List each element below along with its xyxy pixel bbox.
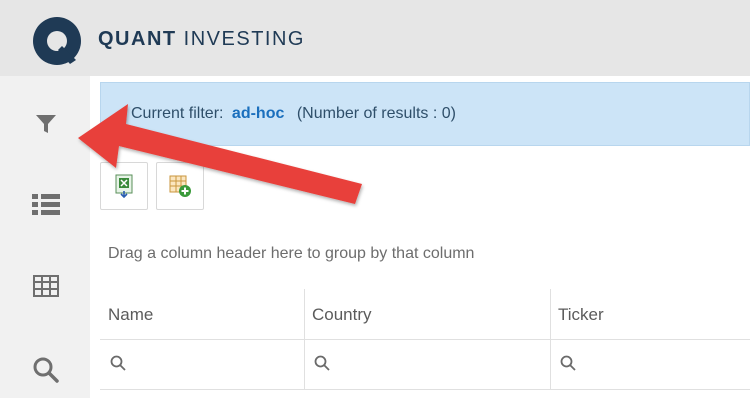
current-filter-text: Current filter: ad-hoc (Number of result… [131, 105, 456, 123]
column-filter-name[interactable] [100, 339, 304, 390]
add-columns-button[interactable] [156, 162, 204, 210]
list-icon[interactable] [30, 188, 62, 220]
export-excel-button[interactable] [100, 162, 148, 210]
group-hint-text: Drag a column header here to group by th… [108, 245, 475, 262]
column-header-label: Name [108, 305, 154, 324]
brand-strong: QUANT [98, 28, 177, 50]
search-icon [110, 355, 126, 371]
column-header-label: Country [312, 305, 372, 324]
current-filter-bar: Current filter: ad-hoc (Number of result… [100, 82, 750, 146]
column-filter-ticker[interactable] [550, 339, 750, 390]
column-header-ticker[interactable]: Ticker [550, 289, 750, 340]
results-grid: Name Country Ticker [100, 289, 750, 398]
filter-icon[interactable] [30, 108, 62, 140]
column-header-country[interactable]: Country [304, 289, 550, 340]
filter-label: Current filter: [131, 105, 224, 122]
search-icon [314, 355, 330, 371]
column-header-label: Ticker [558, 305, 604, 324]
group-by-drop-area[interactable]: Drag a column header here to group by th… [100, 221, 750, 290]
brand-light: INVESTING [183, 28, 305, 50]
column-ticker: Ticker [550, 289, 750, 390]
filter-value-link[interactable]: ad-hoc [232, 105, 284, 122]
app-header: QUANT INVESTING [0, 0, 750, 76]
filter-results-count: (Number of results : 0) [296, 105, 456, 122]
brand-name: QUANT INVESTING [98, 28, 305, 51]
column-country: Country [304, 289, 551, 390]
search-icon[interactable] [30, 354, 62, 386]
sidebar [0, 76, 91, 398]
table-icon[interactable] [30, 270, 62, 302]
main-content: Current filter: ad-hoc (Number of result… [90, 76, 750, 398]
quant-investing-logo[interactable] [30, 14, 84, 68]
column-name: Name [100, 289, 305, 390]
column-header-name[interactable]: Name [100, 289, 304, 340]
column-filter-country[interactable] [304, 339, 550, 390]
excel-icon [115, 174, 133, 198]
add-columns-icon [169, 175, 191, 197]
search-icon [560, 355, 576, 371]
